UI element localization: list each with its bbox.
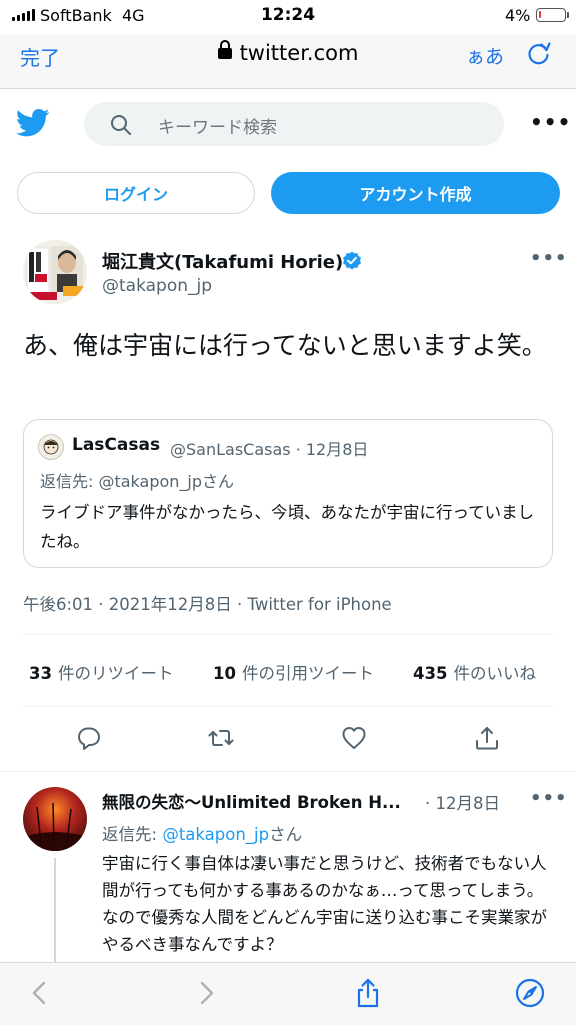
status-time: 12:24	[260, 5, 316, 25]
author-handle[interactable]: @takapon_jp	[102, 276, 212, 296]
thread-line	[54, 858, 56, 968]
battery-percent: 4%	[505, 6, 531, 25]
browser-bottom-bar	[0, 962, 576, 1025]
text-size-button[interactable]: ぁあ	[466, 42, 504, 69]
search-icon	[111, 115, 131, 135]
like-count: 435	[413, 664, 448, 683]
retweet-label: 件のリツイート	[57, 664, 174, 683]
forward-icon[interactable]	[190, 977, 222, 1009]
reply-author-name[interactable]: 無限の失恋〜Unlimited Broken H...	[102, 789, 401, 813]
reply-replying-to: 返信先: @takapon_jpさん	[102, 821, 302, 845]
tweet-text: あ、俺は宇宙には行ってないと思いますよ笑。	[23, 331, 547, 360]
battery-tip	[567, 12, 569, 18]
reply-avatar[interactable]	[23, 787, 87, 851]
quote-avatar	[38, 434, 64, 460]
author-avatar[interactable]	[23, 240, 87, 304]
tweet-more-icon[interactable]: •••	[530, 248, 568, 269]
replying-prefix: 返信先:	[102, 825, 163, 844]
divider	[0, 771, 576, 772]
browser-top-bar: 完了 twitter.com ぁあ	[0, 34, 576, 89]
book-cover-avatar-image	[23, 240, 87, 304]
reply-text: 宇宙に行く事自体は凄い事だと思うけど、技術者でもない人間が行っても何かする事ある…	[102, 854, 548, 954]
share-page-icon[interactable]	[352, 977, 384, 1009]
quote-author-name: LasCasas	[72, 435, 161, 455]
more-menu-icon[interactable]: •••	[530, 110, 571, 134]
reply-date[interactable]: · 12月8日	[425, 790, 500, 814]
quote-handle-date: @SanLasCasas · 12月8日	[170, 440, 369, 459]
compass-icon[interactable]	[514, 977, 546, 1009]
divider	[23, 706, 553, 707]
search-input[interactable]: キーワード検索	[84, 102, 504, 146]
login-button[interactable]: ログイン	[17, 172, 255, 214]
reply-avatar-image	[23, 787, 87, 851]
quoted-tweet[interactable]: LasCasas @SanLasCasas · 12月8日 返信先: @taka…	[23, 419, 553, 568]
reply-icon[interactable]	[75, 724, 103, 752]
quote-label: 件の引用ツイート	[241, 664, 374, 683]
quote-count: 10	[213, 664, 236, 683]
like-label: 件のいいね	[453, 664, 536, 683]
reply-more-icon[interactable]: •••	[530, 788, 568, 809]
retweet-stat[interactable]: 33 件のリツイート	[29, 660, 173, 684]
quote-stat[interactable]: 10 件の引用ツイート	[213, 660, 374, 684]
lock-icon	[217, 40, 232, 59]
like-stat[interactable]: 435 件のいいね	[413, 660, 536, 684]
retweet-icon[interactable]	[207, 724, 235, 752]
reload-icon[interactable]	[526, 40, 552, 66]
tweet-timestamp[interactable]: 午後6:01 · 2021年12月8日 · Twitter for iPhone	[23, 591, 392, 615]
divider	[23, 634, 553, 635]
status-bar: SoftBank 4G 12:24 4%	[0, 0, 576, 34]
battery-level	[539, 11, 541, 18]
twitter-bird-icon[interactable]	[16, 108, 50, 138]
battery-icon	[536, 8, 566, 22]
like-icon[interactable]	[340, 724, 368, 752]
share-icon[interactable]	[473, 724, 501, 752]
back-icon[interactable]	[24, 977, 56, 1009]
search-placeholder: キーワード検索	[158, 118, 277, 138]
retweet-count: 33	[29, 664, 52, 683]
quote-text: ライブドア事件がなかったら、今頃、あなたが宇宙に行っていましたね。	[40, 503, 535, 551]
signup-button[interactable]: アカウント作成	[271, 172, 560, 214]
replying-handle-link[interactable]: @takapon_jp	[162, 825, 269, 844]
replying-suffix: さん	[269, 825, 303, 844]
author-name[interactable]: 堀江貴文(Takafumi Horie)	[102, 248, 343, 274]
verified-badge-icon	[343, 251, 361, 270]
url-text: twitter.com	[239, 41, 359, 65]
quote-replying-to: 返信先: @takapon_jpさん	[40, 472, 235, 491]
